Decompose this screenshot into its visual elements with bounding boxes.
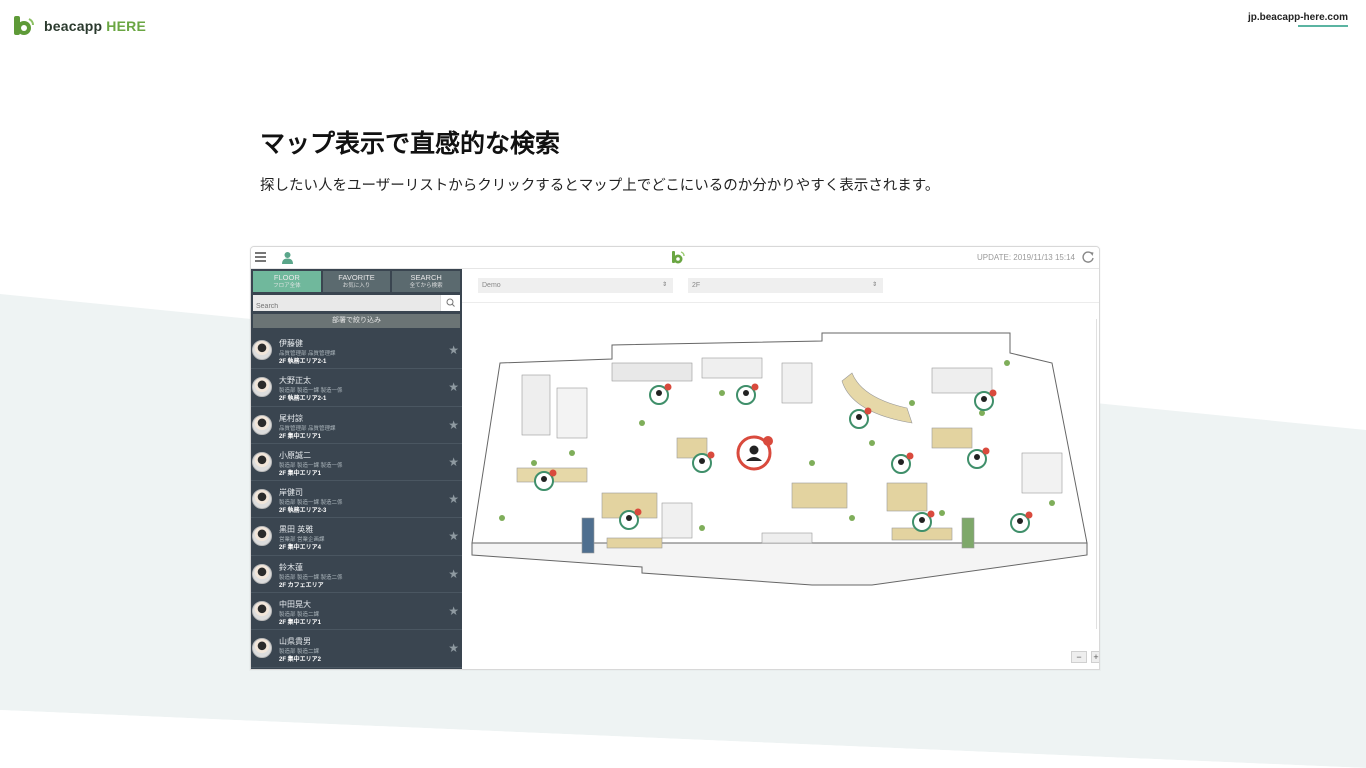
sidebar-tabs: FLOOR フロア全体 FAVORITE お気に入り SEARCH 全てから検索	[251, 269, 462, 292]
tab-floor[interactable]: FLOOR フロア全体	[253, 271, 321, 292]
user-location: 2F 集中エリア4	[279, 545, 322, 552]
user-location: 2F 集中エリア2	[279, 657, 322, 664]
user-list-item[interactable]: 山県貴男 製造部 製造二課 2F 集中エリア2 ★	[251, 630, 462, 668]
user-name: 山県貴男	[279, 637, 311, 647]
select-arrow-icon: ⇕	[661, 282, 667, 288]
department-filter-button[interactable]: 部署で絞り込み	[253, 314, 460, 328]
brand-logo-icon	[14, 16, 34, 35]
favorite-star-icon[interactable]: ★	[448, 642, 459, 654]
user-name: 岸健司	[279, 488, 303, 498]
brand-name: beacapp HERE	[44, 18, 146, 34]
avatar	[252, 377, 272, 398]
app-screenshot: UPDATE: 2019/11/13 15:14 FLOOR フロア全体 FAVO…	[250, 246, 1100, 670]
location-marker[interactable]	[736, 383, 759, 405]
user-name: 大野正太	[279, 376, 311, 386]
search-input[interactable]	[253, 298, 433, 315]
search-icon	[446, 298, 455, 307]
hamburger-menu-icon[interactable]	[255, 252, 266, 262]
app-logo-icon	[672, 251, 685, 264]
avatar	[252, 340, 272, 360]
app-topbar: UPDATE: 2019/11/13 15:14	[251, 247, 1099, 269]
search-button[interactable]	[440, 295, 460, 311]
tab-favorite[interactable]: FAVORITE お気に入り	[322, 271, 391, 292]
favorite-star-icon[interactable]: ★	[448, 605, 459, 617]
location-marker[interactable]	[849, 407, 872, 429]
avatar	[252, 489, 272, 510]
user-name: 伊藤健	[279, 339, 303, 348]
avatar	[252, 601, 272, 622]
user-location: 2F 執務エリア2-1	[279, 396, 327, 403]
favorite-star-icon[interactable]: ★	[448, 419, 459, 431]
user-list-item[interactable]: 伊藤健 品質管理部 品質管理課 2F 執務エリア2-1 ★	[251, 332, 462, 370]
map-panel: Demo ⇕ 2F ⇕ − +	[462, 269, 1100, 670]
avatar	[252, 526, 272, 547]
user-location: 2F カフェエリア	[279, 582, 324, 589]
brand-logo[interactable]: beacapp HERE	[12, 14, 146, 38]
favorite-star-icon[interactable]: ★	[448, 456, 459, 468]
site-url-link[interactable]: jp.beacapp-here.com	[1248, 12, 1348, 23]
user-sidebar: FLOORフロア全体 FAVORITEお気に入り SEARCH全てから検索 部署…	[251, 269, 462, 669]
building-select[interactable]: Demo ⇕	[478, 278, 673, 293]
user-location: 2F 執務エリア2-3	[279, 508, 327, 515]
map-bottom-strip	[462, 669, 1100, 670]
search-box	[253, 295, 460, 315]
user-location: 2F 集中エリア1	[279, 620, 322, 627]
favorite-star-icon[interactable]: ★	[448, 493, 459, 505]
user-list: 伊藤健 品質管理部 品質管理課 2F 執務エリア2-1 ★ 大野正太 製造部 製…	[251, 332, 462, 668]
favorite-star-icon[interactable]: ★	[448, 381, 459, 393]
user-icon[interactable]	[282, 251, 293, 264]
user-name: 尾村諒	[279, 413, 303, 423]
page-title: マップ表示で直感的な検索	[260, 130, 561, 158]
user-list-item[interactable]: 鈴木蓮 製造部 製造一課 製造二係 2F カフェエリア ★	[251, 556, 462, 594]
avatar	[252, 414, 272, 435]
user-location: 2F 執務エリア2-1	[279, 359, 327, 365]
user-list-item[interactable]: 黒田 英雅 営業部 営業企画課 2F 集中エリア4 ★	[251, 518, 462, 556]
location-marker[interactable]	[1010, 511, 1033, 533]
tab-search[interactable]: SEARCH 全てから検索	[392, 271, 461, 292]
site-url-underline	[1298, 25, 1348, 27]
user-list-item[interactable]: 岸健司 製造部 製造一課 製造二係 2F 執務エリア2-3 ★	[251, 481, 462, 519]
avatar	[252, 451, 272, 472]
page-description: 探したい人をユーザーリストからクリックするとマップ上でどこにいるのか分かりやすく…	[260, 178, 940, 194]
location-marker[interactable]	[891, 452, 914, 474]
avatar	[252, 563, 272, 584]
map-scrollbar[interactable]	[1096, 319, 1097, 629]
user-name: 中田晃大	[279, 600, 311, 610]
zoom-out-button[interactable]: −	[1071, 651, 1087, 663]
user-list-item[interactable]: 中田晃大 製造部 製造二課 2F 集中エリア1 ★	[251, 593, 462, 631]
favorite-star-icon[interactable]: ★	[448, 344, 459, 356]
user-list-item[interactable]: 大野正太 製造部 製造一課 製造一係 2F 執務エリア2-1 ★	[251, 369, 462, 407]
user-location: 2F 集中エリア1	[279, 433, 322, 440]
refresh-icon[interactable]	[1081, 250, 1095, 264]
user-list-item[interactable]: 小原誠二 製造部 製造一課 製造一係 2F 集中エリア1 ★	[251, 444, 462, 482]
zoom-in-button[interactable]: +	[1091, 651, 1099, 663]
user-name: 黒田 英雅	[279, 525, 314, 535]
building-outline	[471, 332, 1088, 586]
update-timestamp: UPDATE: 2019/11/13 15:14	[977, 253, 1075, 262]
avatar	[252, 638, 272, 659]
user-name: 小原誠二	[279, 450, 311, 460]
favorite-star-icon[interactable]: ★	[448, 568, 459, 580]
location-marker[interactable]	[649, 383, 672, 405]
select-arrow-icon: ⇕	[871, 282, 877, 288]
user-list-item[interactable]: 尾村諒 品質管理部 品質管理課 2F 集中エリア1 ★	[251, 407, 462, 444]
user-location: 2F 集中エリア1	[279, 470, 322, 477]
favorite-star-icon[interactable]: ★	[448, 530, 459, 542]
location-marker[interactable]	[967, 447, 990, 469]
floor-map[interactable]	[462, 303, 1100, 633]
location-marker-selected[interactable]	[736, 435, 773, 471]
user-name: 鈴木蓮	[279, 562, 303, 572]
floor-select[interactable]: 2F ⇕	[688, 278, 883, 293]
